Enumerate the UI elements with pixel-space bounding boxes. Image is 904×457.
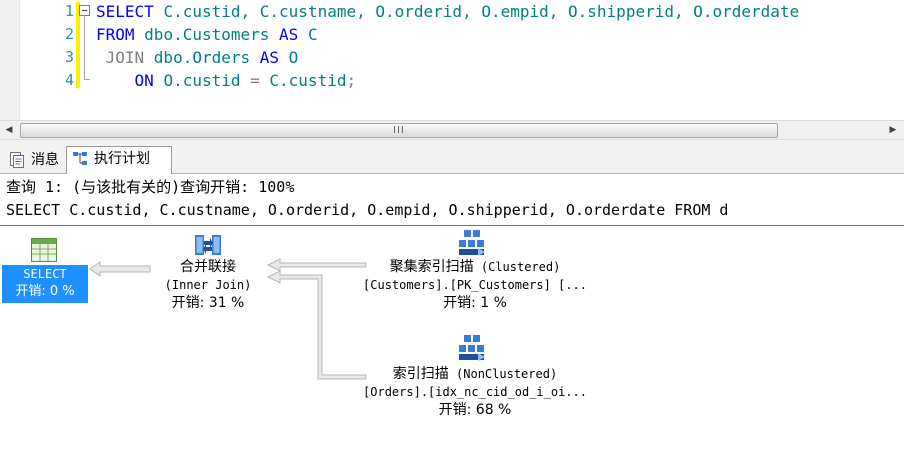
query-header: 查询 1: (与该批有关的)查询开销: 100% SELECT C.custid… bbox=[0, 174, 904, 226]
code-token: O.custid bbox=[163, 71, 251, 90]
line-number: 4 bbox=[64, 71, 74, 89]
line-number: 1 bbox=[64, 2, 74, 20]
query-text-line: SELECT C.custid, C.custname, O.orderid, … bbox=[6, 201, 729, 219]
scroll-grip: III bbox=[393, 125, 405, 136]
outline-end bbox=[84, 79, 90, 80]
select-operator[interactable]: SELECT 开销: 0 % bbox=[2, 265, 88, 303]
code-token: dbo.Customers bbox=[144, 25, 280, 44]
collapse-icon[interactable] bbox=[79, 5, 90, 16]
code-token: SELECT bbox=[96, 2, 164, 21]
index-scan-operator[interactable]: 索引扫描 (NonClustered) [Orders].[idx_nc_cid… bbox=[336, 365, 614, 419]
code-token: C.custid bbox=[269, 71, 347, 90]
messages-icon bbox=[10, 152, 24, 168]
code-token: C bbox=[307, 25, 318, 44]
tab-label: 执行计划 bbox=[94, 151, 150, 167]
code-token: JOIN bbox=[96, 48, 154, 67]
code-token: AS bbox=[259, 48, 289, 67]
scroll-right-icon[interactable]: ▶ bbox=[884, 121, 902, 139]
merge-join-icon[interactable] bbox=[194, 232, 222, 258]
operator-name: 合并联接 bbox=[180, 259, 236, 275]
editor-gutter bbox=[0, 0, 20, 120]
code-line[interactable]: ON O.custid = C.custid; bbox=[96, 69, 357, 92]
execution-plan-canvas[interactable]: SELECT 开销: 0 % 合并联接 (Inner Join) 开销: 31 … bbox=[0, 227, 904, 457]
tab-label: 消息 bbox=[31, 152, 59, 168]
code-token: dbo.Orders bbox=[153, 48, 260, 67]
index-scan-icon[interactable] bbox=[458, 334, 488, 362]
operator-name: 聚集索引扫描 bbox=[389, 259, 474, 275]
operator-type: (Clustered) bbox=[480, 260, 561, 274]
line-number: 2 bbox=[64, 25, 74, 43]
operator-cost: 开销: 1 % bbox=[443, 295, 507, 311]
operator-object: [Customers].[PK_Customers] [... bbox=[363, 278, 587, 292]
operator-object: [Orders].[idx_nc_cid_od_i_oi... bbox=[363, 385, 587, 399]
execution-plan-icon bbox=[73, 152, 87, 165]
code-line[interactable]: FROM dbo.Customers AS C bbox=[96, 23, 318, 46]
operator-name: 索引扫描 bbox=[392, 366, 449, 382]
code-token: ON bbox=[96, 71, 164, 90]
scroll-thumb[interactable]: III bbox=[20, 123, 778, 138]
code-line[interactable]: SELECT C.custid, C.custname, O.orderid, … bbox=[96, 0, 799, 23]
code-line[interactable]: JOIN dbo.Orders AS O bbox=[96, 46, 299, 69]
tab-execution-plan[interactable]: 执行计划 bbox=[66, 146, 172, 175]
query-cost-line: 查询 1: (与该批有关的)查询开销: 100% bbox=[6, 178, 295, 196]
code-token: AS bbox=[279, 25, 308, 44]
code-token: FROM bbox=[96, 25, 145, 44]
operator-type: (NonClustered) bbox=[456, 367, 558, 381]
operator-title-row: 索引扫描 (NonClustered) bbox=[336, 365, 614, 383]
operator-title-row: 聚集索引扫描 (Clustered) bbox=[336, 258, 614, 276]
line-number: 3 bbox=[64, 48, 74, 66]
operator-cost: 开销: 68 % bbox=[438, 402, 512, 418]
operator-cost: 开销: 0 % bbox=[15, 284, 75, 299]
clustered-index-scan-icon[interactable] bbox=[458, 229, 488, 257]
clustered-index-scan-operator[interactable]: 聚集索引扫描 (Clustered) [Customers].[PK_Custo… bbox=[336, 258, 614, 312]
code-token: C.custid, C.custname, O.orderid, O.empid… bbox=[163, 2, 800, 21]
merge-join-operator[interactable]: 合并联接 (Inner Join) 开销: 31 % bbox=[140, 258, 276, 312]
scroll-left-icon[interactable]: ◀ bbox=[0, 121, 18, 139]
tab-messages[interactable]: 消息 bbox=[4, 148, 66, 174]
select-icon[interactable] bbox=[31, 238, 57, 262]
code-token: = bbox=[250, 71, 270, 90]
code-token: O bbox=[288, 48, 299, 67]
outline-line bbox=[84, 16, 85, 79]
operator-cost: 开销: 31 % bbox=[171, 295, 245, 311]
operator-detail: (Inner Join) bbox=[164, 278, 252, 292]
horizontal-scrollbar[interactable]: ◀ III ▶ bbox=[0, 120, 904, 140]
sql-editor[interactable]: 1 2 3 4 SELECT C.custid, C.custname, O.o… bbox=[0, 0, 904, 120]
operator-name: SELECT bbox=[23, 267, 67, 281]
results-tabbar: 消息 执行计划 bbox=[0, 140, 904, 175]
code-token: ; bbox=[346, 71, 357, 90]
